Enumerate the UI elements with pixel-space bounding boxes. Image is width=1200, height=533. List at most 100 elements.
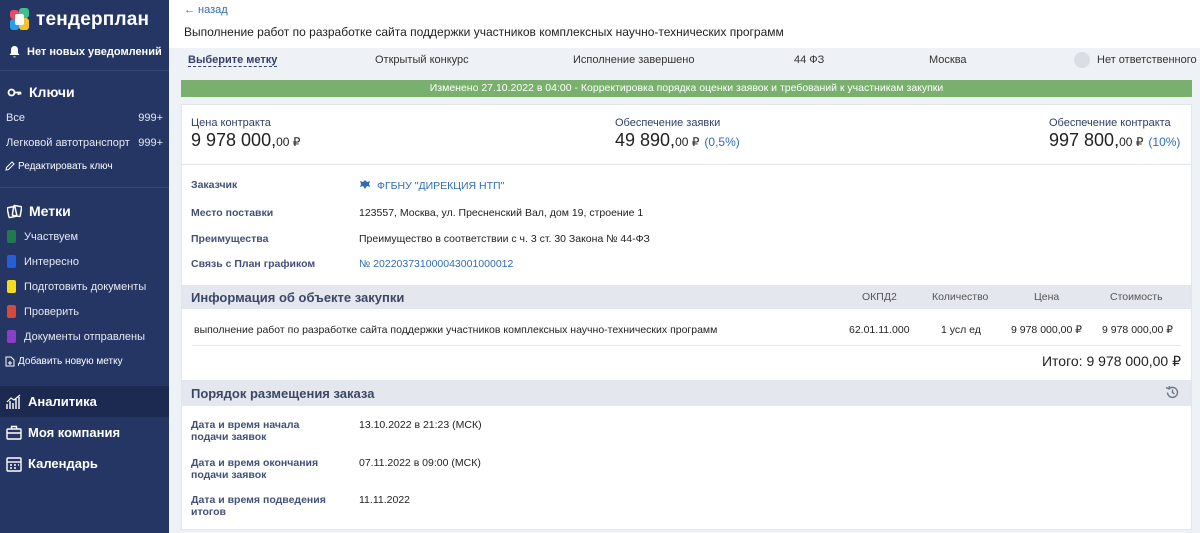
tag-color (7, 305, 16, 318)
key-item-all[interactable]: Все 999+ (0, 105, 169, 130)
pencil-icon (5, 161, 15, 171)
col-price: Цена (1034, 291, 1060, 303)
logo-icon (10, 8, 30, 32)
customer-link[interactable]: ФГБНУ "ДИРЕКЦИЯ НТП" (359, 179, 504, 192)
page-title: Выполнение работ по разработке сайта под… (184, 25, 784, 39)
tags-header[interactable]: Метки (0, 198, 169, 224)
contract-price-value: 9 978 000, (191, 130, 277, 150)
back-link[interactable]: ← назад (184, 4, 228, 16)
tag-color (7, 255, 16, 268)
key-label: Все (6, 111, 25, 124)
item-price: 9 978 000,00 ₽ (1011, 324, 1082, 336)
page-header: ← назад Выполнение работ по разработке с… (169, 0, 1200, 48)
plan-link[interactable]: № 202203731000043001000012 (359, 258, 513, 270)
contract-security-label: Обеспечение контракта (1049, 117, 1171, 129)
logo-text: тендерплан (36, 9, 150, 30)
edit-key-link[interactable]: Редактировать ключ (0, 155, 169, 177)
divider (0, 187, 169, 188)
tags-title: Метки (29, 203, 71, 219)
bid-security: Обеспечение заявки 49 890,00 ₽ (0,5%) (615, 117, 740, 151)
nav-analytics[interactable]: Аналитика (0, 386, 169, 417)
contract-price: Цена контракта 9 978 000,00 ₽ (191, 117, 300, 151)
order-title: Порядок размещения заказа (191, 386, 375, 401)
bid-security-tail: 00 ₽ (675, 135, 700, 149)
main-content: ← назад Выполнение работ по разработке с… (169, 0, 1200, 533)
plan-link-label: Связь с План графиком (191, 258, 316, 270)
tag-color (7, 330, 16, 343)
history-icon[interactable] (1165, 385, 1180, 400)
key-count: 999+ (138, 111, 163, 124)
contract-security-pct: (10%) (1148, 135, 1181, 149)
tag-label: Интересно (24, 255, 79, 268)
nav-label: Календарь (28, 456, 98, 471)
bell-icon (9, 46, 20, 58)
tag-item-docs-sent[interactable]: Документы отправлены (0, 324, 169, 349)
col-qty: Количество (932, 291, 989, 303)
divider (182, 164, 1191, 165)
object-info-header: Информация об объекте закупки ОКПД2 Коли… (182, 285, 1191, 309)
tag-color (7, 280, 16, 293)
tag-label: Участвуем (24, 230, 79, 243)
col-cost: Стоимость (1110, 291, 1163, 303)
submission-end-value: 07.11.2022 в 09:00 (МСК) (359, 457, 481, 469)
tag-label: Подготовить документы (24, 280, 147, 293)
nav-calendar[interactable]: Календарь (0, 448, 169, 479)
object-info-title: Информация об объекте закупки (191, 290, 405, 305)
bid-security-pct: (0,5%) (704, 135, 740, 149)
emblem-icon (360, 180, 370, 189)
item-okpd: 62.01.11.000 (849, 324, 910, 336)
nav-my-company[interactable]: Моя компания (0, 417, 169, 448)
bid-security-value: 49 890, (615, 130, 676, 150)
tag-color (7, 230, 16, 243)
tag-item-participate[interactable]: Участвуем (0, 224, 169, 249)
tag-item-prepare-docs[interactable]: Подготовить документы (0, 274, 169, 299)
select-tag-dropdown[interactable]: Выберите метку (188, 54, 278, 67)
tag-item-check[interactable]: Проверить (0, 299, 169, 324)
contract-price-label: Цена контракта (191, 117, 271, 129)
tag-label: Проверить (24, 305, 80, 318)
calendar-icon (6, 456, 22, 472)
divider (0, 70, 169, 71)
item-qty: 1 усл ед (941, 324, 981, 336)
delivery-place-label: Место поставки (191, 207, 274, 219)
add-tag-label: Добавить новую метку (18, 355, 123, 367)
avatar[interactable] (1074, 52, 1090, 68)
customer-name: ФГБНУ "ДИРЕКЦИЯ НТП" (377, 180, 505, 192)
nav-label: Аналитика (28, 394, 97, 409)
notifications[interactable]: Нет новых уведомлений (0, 40, 169, 64)
tender-card: Цена контракта 9 978 000,00 ₽ Обеспечени… (181, 104, 1192, 530)
contract-security-tail: 00 ₽ (1119, 135, 1144, 149)
responsible-selector[interactable]: Нет ответственного (1097, 54, 1197, 66)
key-item-cars[interactable]: Легковой автотранспорт 999+ (0, 130, 169, 155)
tender-info-bar: Выберите метку Открытый конкурс Исполнен… (169, 48, 1200, 72)
results-date-value: 11.11.2022 (359, 494, 410, 506)
logo[interactable]: тендерплан (0, 0, 169, 40)
add-tag-link[interactable]: Добавить новую метку (0, 349, 169, 373)
contract-price-tail: 00 ₽ (276, 135, 301, 149)
tags-icon (7, 204, 22, 218)
add-tag-icon (5, 356, 15, 366)
briefcase-icon (6, 425, 22, 440)
customer-label: Заказчик (191, 179, 238, 191)
edit-key-label: Редактировать ключ (18, 160, 113, 172)
item-cost: 9 978 000,00 ₽ (1102, 324, 1173, 336)
keys-title: Ключи (29, 84, 75, 100)
tag-item-interesting[interactable]: Интересно (0, 249, 169, 274)
law-type: 44 ФЗ (794, 54, 825, 66)
analytics-icon (6, 394, 21, 409)
divider (192, 345, 1181, 346)
tag-label: Документы отправлены (24, 330, 145, 343)
submission-start-label: Дата и время начала подачи заявок (191, 419, 300, 443)
tender-status: Исполнение завершено (573, 54, 695, 66)
key-label: Легковой автотранспорт (6, 136, 130, 149)
item-name: выполнение работ по разработке сайта под… (194, 324, 718, 336)
keys-header[interactable]: Ключи (0, 79, 169, 105)
contract-security: Обеспечение контракта 997 800,00 ₽ (10%) (1049, 117, 1180, 151)
procedure-type: Открытый конкурс (375, 54, 469, 66)
submission-end-label: Дата и время окончания подачи заявок (191, 457, 319, 481)
advantages-value: Преимущество в соответствии с ч. 3 ст. 3… (359, 233, 650, 245)
notifications-label: Нет новых уведомлений (27, 46, 162, 58)
advantages-label: Преимущества (191, 233, 269, 245)
sidebar: тендерплан Нет новых уведомлений Ключи В… (0, 0, 169, 533)
bid-security-label: Обеспечение заявки (615, 117, 721, 129)
